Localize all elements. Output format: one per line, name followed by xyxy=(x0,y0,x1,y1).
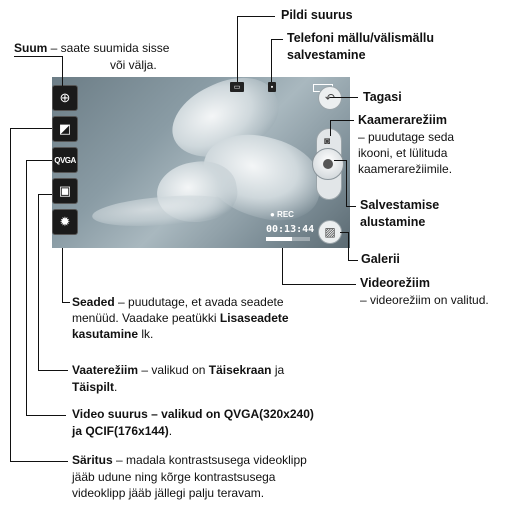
label-video-suurus-l2: ja QCIF(176x144). xyxy=(72,424,173,438)
gallery-icon[interactable]: ▨ xyxy=(318,220,342,244)
video-size-icon[interactable]: QVGA xyxy=(52,147,78,173)
exposure-icon[interactable]: ◩ xyxy=(52,116,78,142)
label-video-suurus: Video suurus – valikud on QVGA(320x240) xyxy=(72,407,314,421)
record-button[interactable] xyxy=(312,148,344,180)
label-vaatereziim-l2: Täispilt. xyxy=(72,380,118,394)
label-kaamerareziim-l4: kaamerarežiimile. xyxy=(358,162,453,176)
recording-progress xyxy=(266,237,310,241)
label-suum: Suum – saate suumida sisse xyxy=(14,41,170,55)
camera-viewfinder xyxy=(52,77,350,248)
label-kaamerareziim: Kaamerarežiim xyxy=(358,113,447,127)
label-videoreziim-l2: – videorežiim on valitud. xyxy=(360,293,489,307)
recording-timer: 00:13:44 xyxy=(266,224,315,235)
label-saritus: Säritus – madala kontrastsusega videokli… xyxy=(72,453,307,467)
left-toolbar: ⊕ ◩ QVGA ▣ ✹ xyxy=(52,85,80,240)
label-suum-line2: või välja. xyxy=(110,58,157,72)
view-mode-icon[interactable]: ▣ xyxy=(52,178,78,204)
label-vaatereziim: Vaaterežiim – valikud on Täisekraan ja xyxy=(72,363,285,377)
label-seaded-l2: menüüd. Vaadake peatükki Lisaseadete xyxy=(72,311,289,325)
label-kaamerareziim-l2: – puudutage seda xyxy=(358,130,455,144)
zoom-icon[interactable]: ⊕ xyxy=(52,85,78,111)
camera-mode-icon[interactable]: ◙ xyxy=(324,136,330,147)
label-telefoni-malu-1: Telefoni mällu/välismällu xyxy=(287,31,435,45)
label-pildi-suurus: Pildi suurus xyxy=(281,8,353,22)
rec-indicator: ● REC xyxy=(270,210,294,219)
label-saritus-l2: jääb udune ning kõrge kontrastsusega xyxy=(72,470,276,484)
label-seaded: Seaded – puudutage, et avada seadete xyxy=(72,295,284,309)
label-videoreziim: Videorežiim xyxy=(360,276,430,290)
label-salvestamise-2: alustamine xyxy=(360,215,426,229)
label-kaamerareziim-l3: ikooni, et lülituda xyxy=(358,146,448,160)
label-tagasi: Tagasi xyxy=(363,90,402,104)
label-galerii: Galerii xyxy=(361,252,400,266)
label-seaded-l3: kasutamine lk. xyxy=(72,327,154,341)
settings-gear-icon[interactable]: ✹ xyxy=(52,209,78,235)
image-size-icon: ▭ xyxy=(230,82,244,92)
label-saritus-l3: videoklipp jääb jällegi palju teravam. xyxy=(72,486,265,500)
label-telefoni-malu-2: salvestamine xyxy=(287,48,366,62)
storage-icon: ▪ xyxy=(268,82,276,92)
label-salvestamise-1: Salvestamise xyxy=(360,198,440,212)
